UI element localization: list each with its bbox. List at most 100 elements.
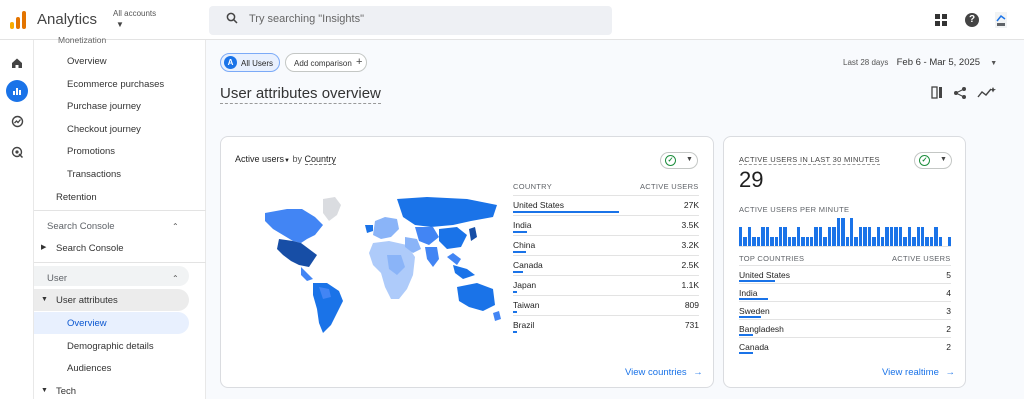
minute-bar[interactable] (894, 227, 898, 246)
nav-item-promotions[interactable]: Promotions (67, 146, 115, 157)
minute-bar[interactable] (832, 227, 836, 246)
nav-item-purchase-journey[interactable]: Purchase journey (67, 101, 141, 112)
world-map[interactable] (257, 195, 507, 335)
reports-icon[interactable] (6, 80, 28, 102)
minute-bar[interactable] (863, 227, 867, 246)
table-row[interactable]: Bangladesh 2 (739, 319, 951, 337)
all-users-chip[interactable]: A All Users (220, 53, 280, 72)
minute-bar[interactable] (818, 227, 823, 246)
nav-item-user-overview[interactable]: Overview (67, 318, 107, 329)
minute-bar[interactable] (747, 227, 752, 246)
minute-bar[interactable] (787, 236, 792, 246)
dimension-selector[interactable]: Country (304, 154, 337, 165)
minute-bar[interactable] (792, 236, 796, 246)
nav-section-search-console[interactable]: Search Console (47, 221, 115, 232)
table-row[interactable]: India 4 (739, 283, 951, 301)
table-row[interactable]: China 3.2K (513, 235, 699, 255)
analytics-logo-icon[interactable] (10, 11, 26, 29)
account-dropdown-icon[interactable]: ▼ (116, 20, 124, 29)
nav-section-monetization[interactable]: Monetization (58, 35, 106, 45)
view-countries-link[interactable]: View countries → (625, 367, 703, 378)
minute-bar[interactable] (912, 236, 916, 246)
chevron-up-icon[interactable]: ⌃ (172, 222, 179, 231)
minute-bar[interactable] (739, 227, 743, 246)
minute-bar[interactable] (783, 227, 787, 246)
minute-bar[interactable] (774, 236, 778, 246)
minute-bar[interactable] (756, 236, 761, 246)
minute-bar[interactable] (925, 236, 929, 246)
minute-bar[interactable] (841, 218, 845, 246)
nav-item-ecommerce-purchases[interactable]: Ecommerce purchases (67, 79, 164, 90)
search-input[interactable]: Try searching "Insights" (249, 13, 364, 25)
minute-bar[interactable] (849, 218, 854, 246)
table-row[interactable]: Canada 2.5K (513, 255, 699, 275)
chevron-up-icon[interactable]: ⌃ (172, 274, 179, 283)
advertising-icon[interactable] (6, 141, 28, 163)
nav-item-overview[interactable]: Overview (67, 56, 107, 67)
minute-bar[interactable] (889, 227, 894, 246)
minute-bar[interactable] (934, 227, 938, 246)
column-header-active-users[interactable]: ACTIVE USERS (892, 254, 951, 263)
table-row[interactable]: United States 27K (513, 195, 699, 215)
nav-item-tech[interactable]: Tech (56, 386, 76, 397)
table-row[interactable]: United States 5 (739, 265, 951, 283)
minute-bar[interactable] (885, 227, 889, 246)
app-title[interactable]: Analytics (37, 11, 97, 28)
avatar[interactable] (993, 10, 1009, 30)
nav-item-demographic-details[interactable]: Demographic details (67, 341, 154, 352)
minute-bar[interactable] (854, 236, 858, 246)
table-row[interactable]: Japan 1.1K (513, 275, 699, 295)
caret-down-icon[interactable]: ▼ (41, 387, 48, 394)
minute-bar[interactable] (778, 227, 783, 246)
minute-bar[interactable] (881, 236, 885, 246)
account-selector[interactable]: All accounts (113, 9, 156, 18)
minute-bar[interactable] (938, 236, 943, 246)
home-icon[interactable] (6, 52, 28, 74)
minute-bar[interactable] (743, 236, 747, 246)
column-header-top-countries[interactable]: TOP COUNTRIES (739, 254, 804, 263)
minute-bar[interactable] (752, 236, 756, 246)
minute-bar[interactable] (872, 236, 876, 246)
minute-bar[interactable] (810, 236, 814, 246)
view-realtime-link[interactable]: View realtime → (882, 367, 955, 378)
help-icon[interactable]: ? (965, 13, 979, 27)
nav-item-checkout-journey[interactable]: Checkout journey (67, 124, 141, 135)
share-icon[interactable] (954, 87, 966, 99)
date-range-picker[interactable]: Last 28 days Feb 6 - Mar 5, 2025 ▼ (843, 57, 997, 68)
minute-bar[interactable] (947, 236, 951, 246)
realtime-title[interactable]: ACTIVE USERS IN LAST 30 MINUTES (739, 155, 880, 165)
minute-bar[interactable] (876, 227, 880, 246)
nav-item-search-console[interactable]: Search Console (56, 243, 124, 254)
minute-bar[interactable] (796, 227, 801, 246)
minute-bar[interactable] (805, 236, 809, 246)
minute-bar[interactable] (929, 236, 934, 246)
nav-item-user-attributes[interactable]: User attributes (56, 295, 118, 306)
nav-item-retention[interactable]: Retention (56, 192, 97, 203)
metric-selector[interactable]: Active users (235, 154, 284, 164)
apps-grid-icon[interactable] (935, 14, 947, 26)
minute-bar[interactable] (827, 227, 832, 246)
column-header-country[interactable]: COUNTRY (513, 182, 552, 191)
nav-item-transactions[interactable]: Transactions (67, 169, 121, 180)
table-row[interactable]: Brazil 731 (513, 315, 699, 335)
minute-bar[interactable] (801, 236, 805, 246)
add-comparison-button[interactable]: Add comparison + (285, 53, 367, 72)
data-quality-chip[interactable]: ✓ ▼ (660, 152, 698, 169)
table-row[interactable]: India 3.5K (513, 215, 699, 235)
table-row[interactable]: Taiwan 809 (513, 295, 699, 315)
minute-bar[interactable] (845, 236, 849, 246)
table-row[interactable]: Sweden 3 (739, 301, 951, 319)
minute-bar[interactable] (770, 236, 774, 246)
minute-bar[interactable] (814, 227, 818, 246)
minute-bar[interactable] (761, 227, 765, 246)
minute-bar[interactable] (916, 227, 920, 246)
minute-bar[interactable] (836, 218, 841, 246)
minute-bar[interactable] (858, 227, 863, 246)
minute-bar[interactable] (867, 227, 872, 246)
caret-right-icon[interactable]: ▶ (41, 243, 46, 251)
column-header-active-users[interactable]: ACTIVE USERS (640, 182, 699, 191)
data-quality-chip[interactable]: ✓ ▼ (914, 152, 952, 169)
minute-bar[interactable] (898, 227, 903, 246)
caret-down-icon[interactable]: ▼ (41, 296, 48, 303)
minute-bar[interactable] (903, 236, 907, 246)
